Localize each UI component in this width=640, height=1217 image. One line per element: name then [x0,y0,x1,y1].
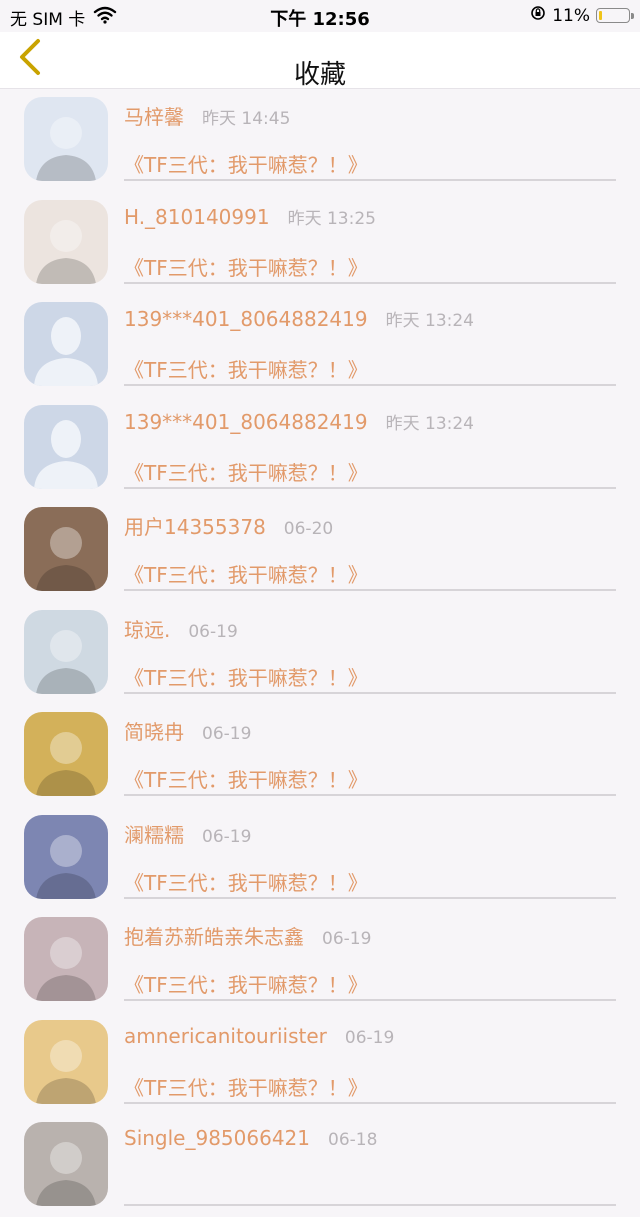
item-timestamp: 06-19 [188,621,238,642]
battery-level [599,11,602,20]
row-divider [124,896,616,899]
list-item[interactable]: 马梓馨 昨天 14:45 《TF三代：我干嘛惹？！》 [0,89,640,192]
item-timestamp: 昨天 14:45 [202,109,291,129]
item-user-name[interactable]: Single_985066421 06-18 [124,1126,377,1150]
row-divider [124,794,616,796]
item-story-title[interactable]: 《TF三代：我干嘛惹？！》 [124,457,368,486]
avatar[interactable] [24,507,108,591]
item-user-name-text: 澜糯糯 [124,822,184,847]
page-title: 收藏 [293,60,346,90]
row-divider [124,589,616,591]
item-user-name[interactable]: 139***401_8064882419 昨天 13:24 [124,306,474,331]
list-item[interactable]: 139***401_8064882419 昨天 13:24 《TF三代：我干嘛惹？！… [0,397,640,500]
item-user-name[interactable]: 简晓冉 06-19 [124,716,251,745]
item-user-name[interactable]: 抱着苏新皓亲朱志鑫 06-19 [124,921,371,950]
list-item[interactable]: 简晓冉 06-19 《TF三代：我干嘛惹？！》 [0,704,640,807]
row-divider [124,1204,616,1206]
item-timestamp: 06-19 [344,1027,395,1048]
default-user-avatar-icon[interactable] [24,302,108,386]
list-item[interactable]: 澜糯糯 06-19 《TF三代：我干嘛惹？！》 [0,807,640,910]
item-story-title[interactable]: 《TF三代：我干嘛惹？！》 [124,559,368,588]
row-divider [124,384,616,386]
item-user-name-text: 马梓馨 [124,105,184,129]
item-timestamp: 06-19 [202,724,252,744]
row-divider [124,1101,616,1104]
avatar[interactable] [24,712,108,796]
item-story-title[interactable]: 《TF三代：我干嘛惹？！》 [124,764,368,793]
item-user-name-text: amnericanitouriister [124,1023,327,1048]
nav-bar: 收藏 [0,32,640,90]
item-story-title[interactable]: 《TF三代：我干嘛惹？！》 [124,662,368,691]
list-item[interactable]: Single_985066421 06-18 [0,1114,640,1217]
favorites-list: 马梓馨 昨天 14:45 《TF三代：我干嘛惹？！》 H._810140991 昨天 1… [0,89,640,1217]
item-story-title[interactable]: 《TF三代：我干嘛惹？！》 [124,969,368,998]
item-story-title[interactable]: 《TF三代：我干嘛惹？！》 [124,354,368,383]
item-story-title[interactable]: 《TF三代：我干嘛惹？！》 [124,867,368,896]
item-user-name-text: 抱着苏新皓亲朱志鑫 [124,925,304,949]
item-story-title[interactable]: 《TF三代：我干嘛惹？！》 [124,149,368,178]
item-story-title[interactable]: 《TF三代：我干嘛惹？！》 [124,252,368,281]
row-divider [124,999,616,1001]
row-divider [124,486,616,489]
item-user-name-text: Single_985066421 [124,1126,311,1150]
row-divider [124,179,616,181]
battery-percent: 11% [552,5,590,26]
avatar[interactable] [24,1122,108,1206]
item-user-name[interactable]: 澜糯糯 06-19 [124,819,251,848]
list-item[interactable]: 用户14355378 06-20 《TF三代：我干嘛惹？！》 [0,499,640,602]
list-item[interactable]: 琼远. 06-19 《TF三代：我干嘛惹？！》 [0,602,640,705]
item-timestamp: 昨天 13:24 [385,311,474,331]
list-item[interactable]: 抱着苏新皓亲朱志鑫 06-19 《TF三代：我干嘛惹？！》 [0,909,640,1012]
item-user-name-text: 琼远. [124,617,171,642]
item-user-name-text: 139***401_8064882419 [124,307,368,331]
battery-icon [596,8,634,23]
status-bar: 无 SIM 卡 下午 12:56 11% [0,0,640,32]
list-item[interactable]: amnericanitouriister 06-19 《TF三代：我干嘛惹？！》 [0,1012,640,1115]
avatar[interactable] [24,609,108,694]
item-user-name[interactable]: 139***401_8064882419 昨天 13:24 [124,409,474,434]
item-timestamp: 昨天 13:24 [385,413,474,434]
row-divider [124,281,616,284]
item-timestamp: 昨天 13:25 [287,208,376,229]
item-timestamp: 06-19 [202,826,252,847]
list-item[interactable]: 139***401_8064882419 昨天 13:24 《TF三代：我干嘛惹？！… [0,294,640,397]
item-user-name-text: 简晓冉 [124,720,184,744]
item-user-name[interactable]: 马梓馨 昨天 14:45 [124,101,290,130]
item-user-name[interactable]: 琼远. 06-19 [124,614,238,643]
item-timestamp: 06-18 [328,1130,378,1150]
list-item[interactable]: H._810140991 昨天 13:25 《TF三代：我干嘛惹？！》 [0,192,640,295]
item-timestamp: 06-20 [283,519,334,539]
item-user-name-text: H._810140991 [124,204,270,229]
item-user-name[interactable]: H._810140991 昨天 13:25 [124,204,376,229]
avatar[interactable] [24,1019,108,1104]
orientation-lock-icon [530,5,546,26]
item-timestamp: 06-19 [322,929,372,949]
item-user-name[interactable]: 用户14355378 06-20 [124,511,333,540]
row-divider [124,691,616,694]
avatar[interactable] [24,199,108,284]
avatar[interactable] [24,917,108,1001]
avatar[interactable] [24,97,108,181]
avatar[interactable] [24,814,108,899]
item-user-name-text: 139***401_8064882419 [124,409,368,434]
item-user-name-text: 用户14355378 [124,515,266,539]
item-story-title[interactable]: 《TF三代：我干嘛惹？！》 [124,1072,368,1101]
item-user-name[interactable]: amnericanitouriister 06-19 [124,1024,394,1048]
status-right: 11% [530,5,634,26]
default-user-avatar-icon[interactable] [24,404,108,489]
